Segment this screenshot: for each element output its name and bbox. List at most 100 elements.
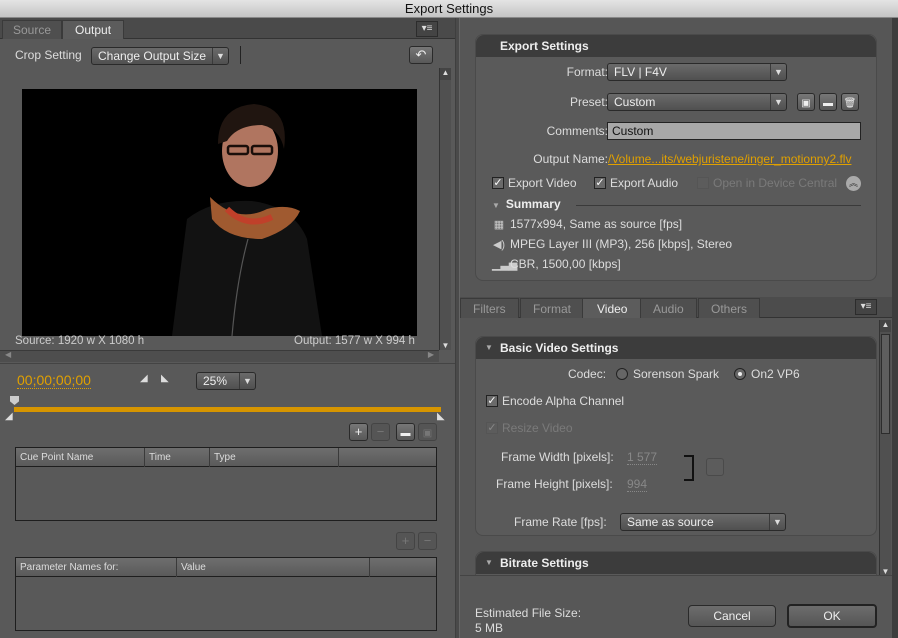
person-preview-image (22, 89, 417, 336)
collapse-summary-icon[interactable]: ︽ (846, 176, 861, 191)
minus-icon: − (423, 533, 432, 548)
triangle-down-icon: ▼ (485, 343, 493, 352)
summary-audio-row: ◀) MPEG Layer III (MP3), 256 [kbps], Ster… (492, 237, 732, 251)
frame-width-value[interactable]: 1 577 (627, 451, 658, 465)
remove-cue-point-button[interactable]: − (371, 423, 390, 441)
cancel-button[interactable]: Cancel (688, 605, 776, 627)
playhead-handle[interactable] (10, 396, 19, 405)
frame-height-label: Frame Height [pixels]: (496, 477, 613, 491)
basic-video-settings-group: ▼ Basic Video Settings Codec: Sorenson Sp… (475, 336, 877, 536)
export-video-checkbox[interactable]: ✓ Export Video (492, 176, 577, 190)
frame-height-value[interactable]: 994 (627, 478, 648, 492)
cue-table-header: Cue Point Name Time Type (16, 448, 436, 467)
checkbox-empty-icon (697, 177, 709, 189)
import-cue-points-button[interactable]: ▬ (396, 423, 415, 441)
tab-filters[interactable]: Filters (460, 298, 519, 318)
zoom-value: 25% (203, 374, 228, 388)
codec-on2vp6-radio[interactable]: On2 VP6 (734, 367, 800, 381)
import-preset-button[interactable]: ▬ (819, 93, 837, 111)
scroll-right-icon[interactable]: ▶ (428, 350, 434, 359)
col-time[interactable]: Time (145, 448, 210, 467)
col-parameter-names[interactable]: Parameter Names for: (16, 558, 177, 577)
constrain-proportions-button[interactable] (706, 458, 724, 476)
chevron-down-icon: ▼ (770, 94, 786, 110)
col-type[interactable]: Type (210, 448, 339, 467)
scroll-thumb[interactable] (881, 334, 890, 434)
bitrate-settings-header[interactable]: ▼ Bitrate Settings (476, 552, 876, 574)
settings-pane: Export Settings Format: FLV | F4V ▼ Pres… (460, 18, 892, 638)
summary-header[interactable]: ▼ Summary (492, 197, 561, 211)
radio-selected-icon (734, 368, 746, 380)
summary-video-row: ▦ 1577x994, Same as source [fps] (492, 217, 682, 231)
ok-button[interactable]: OK (787, 604, 877, 628)
remove-parameter-button[interactable]: − (418, 532, 437, 550)
tab-others[interactable]: Others (698, 298, 761, 318)
preview-horizontal-scrollbar[interactable]: ◀ ▶ (0, 350, 439, 362)
tab-source[interactable]: Source (2, 20, 63, 39)
timecode-field[interactable]: 00;00;00;00 (17, 373, 91, 389)
encode-alpha-checkbox[interactable]: ✓ Encode Alpha Channel (486, 394, 624, 408)
crop-setting-dropdown[interactable]: Change Output Size ▼ (91, 47, 229, 65)
zoom-dropdown[interactable]: 25% ▼ (196, 372, 256, 390)
tab-video[interactable]: Video (582, 298, 643, 318)
frame-rate-label: Frame Rate [fps]: (514, 515, 607, 529)
frame-rate-dropdown[interactable]: Same as source ▼ (620, 513, 786, 531)
undo-arrow-icon: ↶ (415, 47, 427, 62)
out-point-marker-icon[interactable]: ◣ (437, 411, 445, 422)
open-device-central-checkbox[interactable]: Open in Device Central (697, 176, 837, 190)
folder-icon: ▬ (400, 428, 411, 439)
col-cue-point-name[interactable]: Cue Point Name (16, 448, 145, 467)
frame-rate-value: Same as source (627, 515, 714, 529)
panel-menu-icon[interactable]: ▾≡ (416, 21, 438, 37)
comments-input[interactable]: Custom (607, 122, 861, 140)
crop-setting-value: Change Output Size (98, 49, 207, 63)
parameter-table: Parameter Names for: Value (15, 557, 437, 631)
codec-sorenson-radio[interactable]: Sorenson Spark (616, 367, 719, 381)
col-value[interactable]: Value (177, 558, 370, 577)
chevron-down-icon: ▼ (770, 64, 786, 80)
summary-audio-text: MPEG Layer III (MP3), 256 [kbps], Stereo (510, 237, 733, 251)
source-size-label: Source: 1920 w X 1080 h (15, 335, 145, 347)
minus-icon: − (376, 424, 385, 439)
resize-video-checkbox[interactable]: ✓ Resize Video (486, 421, 573, 435)
tab-format[interactable]: Format (520, 298, 585, 318)
tab-output[interactable]: Output (62, 20, 125, 39)
format-dropdown[interactable]: FLV | F4V ▼ (607, 63, 787, 81)
save-cue-points-button[interactable]: ▣ (418, 423, 437, 441)
in-point-marker-icon[interactable]: ◢ (5, 411, 13, 422)
output-name-link[interactable]: /Volume...its/webjuristene/inger_motionn… (608, 152, 862, 166)
timeline-range-bar[interactable] (14, 407, 441, 412)
bitrate-title: Bitrate Settings (500, 556, 589, 570)
preview-vertical-scrollbar[interactable]: ▲ ▼ (439, 68, 451, 350)
preset-label: Preset: (569, 95, 608, 109)
chevron-down-icon: ▼ (212, 48, 228, 64)
set-out-point-icon[interactable]: ◣ (161, 373, 169, 384)
export-audio-checkbox[interactable]: ✓ Export Audio (594, 176, 678, 190)
scroll-down-icon[interactable]: ▼ (440, 341, 451, 350)
format-label: Format: (566, 65, 608, 79)
panel-menu-icon[interactable]: ▾≡ (855, 299, 877, 315)
basic-video-title: Basic Video Settings (500, 341, 619, 355)
export-settings-title: Export Settings (500, 39, 589, 53)
crop-toolbar: Crop Setting Change Output Size ▼ ↶ (0, 39, 455, 87)
add-cue-point-button[interactable]: + (349, 423, 368, 441)
preset-dropdown[interactable]: Custom ▼ (607, 93, 787, 111)
summary-bitrate-row: ▁▃▅ CBR, 1500,00 [kbps] (492, 257, 621, 271)
triangle-down-icon: ▼ (492, 201, 500, 210)
tab-audio[interactable]: Audio (640, 298, 697, 318)
basic-video-settings-header[interactable]: ▼ Basic Video Settings (476, 337, 876, 359)
output-size-label: Output: 1577 w X 994 h (294, 335, 415, 347)
add-parameter-button[interactable]: + (396, 532, 415, 550)
scroll-left-icon[interactable]: ◀ (5, 350, 11, 359)
settings-vertical-scrollbar[interactable]: ▲ ▼ (879, 320, 891, 576)
set-in-point-icon[interactable]: ◢ (140, 373, 148, 384)
save-preset-button[interactable]: ▣ (797, 93, 815, 111)
estimated-size-value: 5 MB (475, 621, 504, 635)
chevron-down-icon: ▼ (239, 373, 255, 389)
delete-preset-button[interactable]: 🗑 (841, 93, 859, 111)
folder-icon: ▬ (823, 98, 833, 109)
undo-button[interactable]: ↶ (409, 46, 433, 64)
scroll-up-icon[interactable]: ▲ (880, 320, 891, 332)
scroll-up-icon[interactable]: ▲ (440, 68, 451, 80)
window-edge (892, 18, 898, 638)
